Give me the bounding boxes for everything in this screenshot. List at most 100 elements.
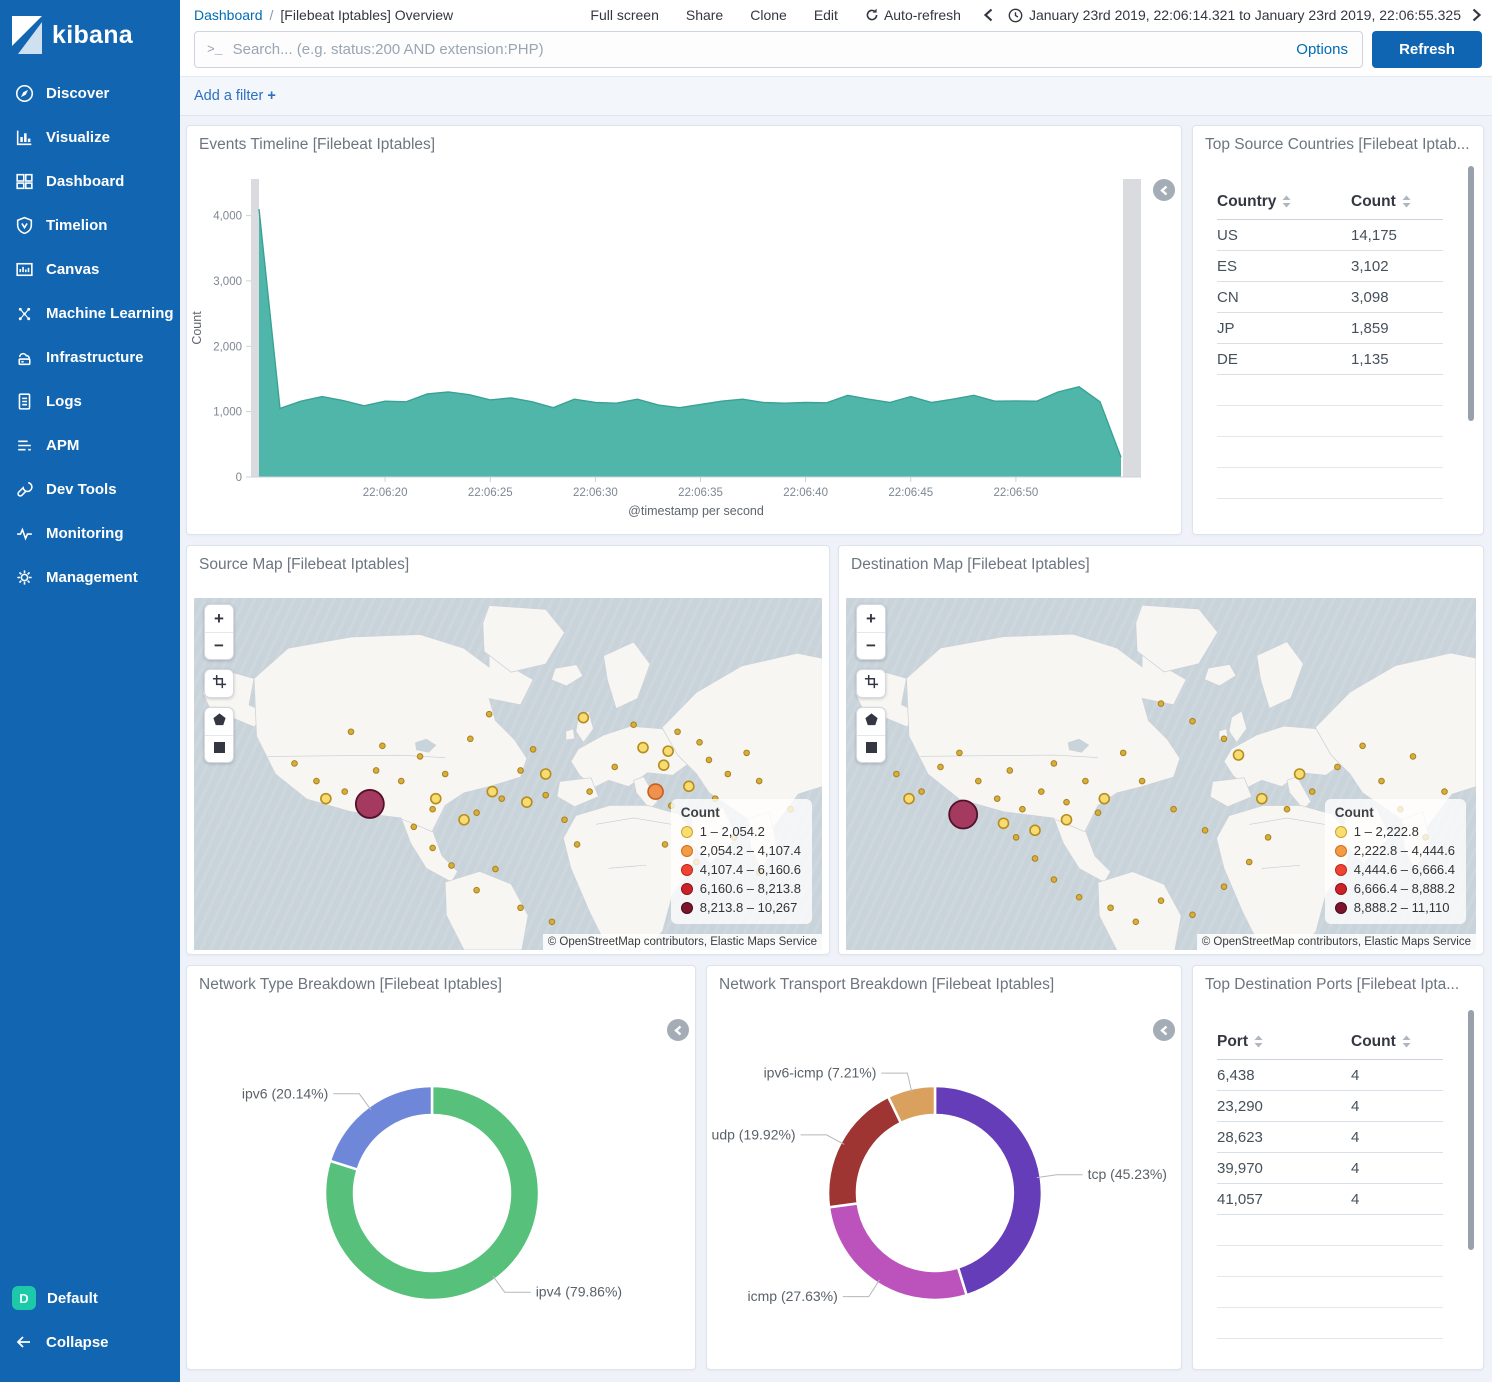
map-zoom-out-button[interactable]: −	[857, 632, 885, 659]
legend-swatch	[1335, 902, 1347, 914]
menu-item-clone[interactable]: Clone	[750, 7, 787, 23]
map-zoom-in-button[interactable]: +	[205, 605, 233, 632]
table-row: US14,175	[1217, 220, 1443, 251]
pie-slice-udp[interactable]	[828, 1097, 901, 1208]
add-filter-button[interactable]: Add a filter+	[194, 88, 276, 104]
apm-icon	[13, 434, 35, 456]
map-fit-bounds-button[interactable]	[205, 670, 233, 697]
legend-entry: 8,888.2 – 11,110	[1335, 900, 1455, 915]
sidebar-item-logs[interactable]: Logs	[0, 379, 180, 423]
sidebar-item-dashboard[interactable]: Dashboard	[0, 159, 180, 203]
query-options-link[interactable]: Options	[1296, 41, 1348, 58]
menu-item-share[interactable]: Share	[686, 7, 723, 23]
kibana-logo[interactable]: kibana	[0, 0, 180, 68]
sidebar-item-canvas[interactable]: Canvas	[0, 247, 180, 291]
source-map[interactable]: +− Count1 – 2,054.22,054.2 – 4,107.44,107…	[194, 598, 822, 950]
legend-toggle-button[interactable]	[1153, 1019, 1175, 1041]
destination-map[interactable]: +−Count1 – 2,222.82,222.8 – 4,444.64,444…	[846, 598, 1476, 950]
svg-text:22:06:25: 22:06:25	[468, 487, 513, 499]
sidebar-item-label: Discover	[46, 85, 109, 102]
table-row-empty	[1217, 1246, 1443, 1277]
map-legend: Count1 – 2,054.22,054.2 – 4,107.44,107.4…	[671, 799, 812, 924]
table-row: 41,0574	[1217, 1184, 1443, 1215]
column-header-port[interactable]: Port	[1217, 1033, 1351, 1051]
sidebar-item-monitoring[interactable]: Monitoring	[0, 511, 180, 555]
column-header-count[interactable]: Count	[1351, 193, 1443, 211]
sidebar-item-label: Logs	[46, 393, 82, 410]
clock-icon	[1008, 8, 1023, 23]
management-icon	[13, 566, 35, 588]
svg-text:22:06:30: 22:06:30	[573, 487, 618, 499]
polygon-icon	[212, 712, 227, 732]
svg-text:0: 0	[236, 472, 242, 484]
sidebar-item-machine-learning[interactable]: Machine Learning	[0, 291, 180, 335]
scrollbar[interactable]	[1468, 1010, 1474, 1250]
sidebar-item-apm[interactable]: APM	[0, 423, 180, 467]
sidebar-item-spaces[interactable]: D Default	[0, 1276, 180, 1320]
map-controls: +−	[856, 604, 886, 763]
infrastructure-icon	[13, 346, 35, 368]
table-row-empty	[1217, 1308, 1443, 1339]
map-controls: +−	[204, 604, 234, 763]
column-header-country[interactable]: Country	[1217, 193, 1351, 211]
pie-slice-ipv6[interactable]	[330, 1086, 432, 1170]
menu-item-edit[interactable]: Edit	[814, 7, 838, 23]
table-row: 6,4384	[1217, 1060, 1443, 1091]
dashboard-grid: Events Timeline [Filebeat Iptables] 01,0…	[180, 116, 1492, 1382]
panel-title: Top Destination Ports [Filebeat Ipta...	[1193, 966, 1483, 994]
panel-title: Source Map [Filebeat Iptables]	[187, 546, 829, 574]
add-filter-label: Add a filter	[194, 88, 263, 104]
plus-icon: +	[267, 88, 275, 104]
map-zoom-in-button[interactable]: +	[857, 605, 885, 632]
scrollbar[interactable]	[1468, 166, 1474, 421]
map-zoom-out-button[interactable]: −	[205, 632, 233, 659]
sidebar-item-visualize[interactable]: Visualize	[0, 115, 180, 159]
pie-slice-tcp[interactable]	[935, 1086, 1042, 1295]
map-attribution[interactable]: © OpenStreetMap contributors, Elastic Ma…	[543, 934, 822, 950]
time-range-picker[interactable]: January 23rd 2019, 22:06:14.321 to Janua…	[1008, 7, 1461, 23]
time-prev-button[interactable]	[983, 8, 994, 22]
sidebar-item-dev-tools[interactable]: Dev Tools	[0, 467, 180, 511]
sidebar-item-timelion[interactable]: Timelion	[0, 203, 180, 247]
legend-toggle-button[interactable]	[1153, 179, 1175, 201]
column-header-count[interactable]: Count	[1351, 1033, 1443, 1051]
map-draw-polygon-button[interactable]	[205, 708, 233, 735]
events-timeline-plot[interactable]: 01,0002,0003,0004,00022:06:2022:06:2522:…	[187, 154, 1183, 536]
search-input[interactable]	[233, 41, 1297, 58]
map-draw-rectangle-button[interactable]	[205, 735, 233, 762]
table-row: 28,6234	[1217, 1122, 1443, 1153]
sort-icon	[1402, 195, 1411, 208]
svg-text:4,000: 4,000	[213, 211, 242, 223]
table-cell: ES	[1217, 258, 1351, 275]
main-area: Dashboard/[Filebeat Iptables] Overview F…	[180, 0, 1492, 1382]
table-header-row: PortCount	[1217, 1024, 1443, 1060]
legend-swatch	[681, 902, 693, 914]
sidebar-item-management[interactable]: Management	[0, 555, 180, 599]
menu-item-full-screen[interactable]: Full screen	[590, 7, 658, 23]
dashboard-icon	[13, 170, 35, 192]
map-fit-bounds-button[interactable]	[857, 670, 885, 697]
map-attribution[interactable]: © OpenStreetMap contributors, Elastic Ma…	[1197, 934, 1476, 950]
map-draw-polygon-button[interactable]	[857, 708, 885, 735]
search-box[interactable]: >_ Options	[194, 31, 1363, 68]
map-draw-rectangle-button[interactable]	[857, 735, 885, 762]
panel-events-timeline: Events Timeline [Filebeat Iptables] 01,0…	[186, 125, 1182, 535]
sidebar-item-label: Canvas	[46, 261, 99, 278]
table-row-empty	[1217, 1215, 1443, 1246]
sidebar-item-discover[interactable]: Discover	[0, 71, 180, 115]
table-cell: 4	[1351, 1098, 1443, 1115]
table-cell: 1,135	[1351, 351, 1443, 368]
legend-toggle-button[interactable]	[667, 1019, 689, 1041]
legend-label: 8,888.2 – 11,110	[1354, 900, 1450, 915]
kibana-logo-icon	[12, 16, 42, 54]
refresh-button[interactable]: Refresh	[1372, 31, 1482, 68]
breadcrumb-dashboard-link[interactable]: Dashboard	[194, 7, 263, 23]
menu-item-auto-refresh[interactable]: Auto-refresh	[865, 7, 961, 23]
breadcrumb-separator: /	[270, 7, 274, 23]
time-next-button[interactable]	[1471, 8, 1482, 22]
sidebar-item-infrastructure[interactable]: Infrastructure	[0, 335, 180, 379]
discover-icon	[13, 82, 35, 104]
legend-swatch	[681, 883, 693, 895]
sidebar-collapse-button[interactable]: Collapse	[0, 1320, 180, 1364]
pie-slice-icmp[interactable]	[829, 1203, 967, 1300]
